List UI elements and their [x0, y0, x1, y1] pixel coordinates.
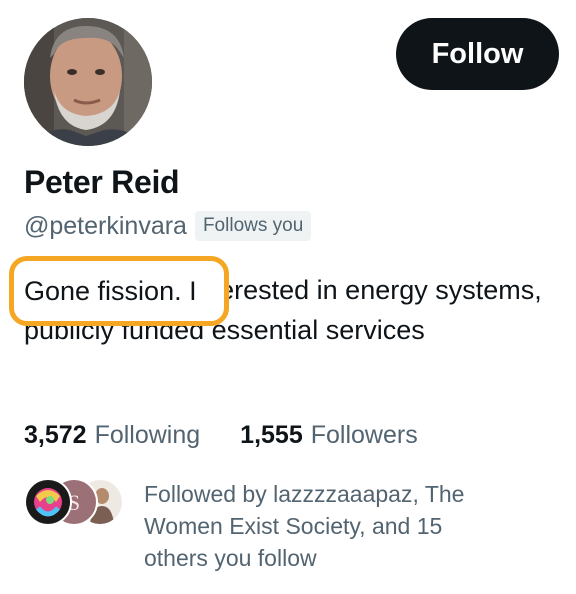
user-handle[interactable]: @peterkinvara [24, 208, 187, 244]
follows-you-badge: Follows you [194, 211, 312, 241]
handle-row: @peterkinvara Follows you [24, 208, 312, 244]
avatar-photo [24, 18, 152, 146]
following-count: 3,572 [24, 421, 87, 449]
mutual-followers[interactable]: S Followed by lazzzzaaapaz, The Women Ex… [24, 478, 504, 574]
mutual-avatars: S [24, 478, 124, 526]
display-name[interactable]: Peter Reid [24, 162, 180, 202]
profile-bio: Gone fission. Interested in energy syste… [24, 275, 542, 345]
follow-button[interactable]: Follow [396, 18, 559, 90]
following-stat[interactable]: 3,572 Following [24, 418, 200, 452]
mutual-followers-text: Followed by lazzzzaaapaz, The Women Exis… [144, 481, 465, 571]
mutual-avatar [24, 478, 72, 526]
followers-label: Followers [310, 421, 418, 449]
profile-avatar[interactable] [24, 18, 152, 146]
follow-stats: 3,572 Following 1,555 Followers [24, 418, 418, 452]
following-label: Following [94, 421, 201, 449]
followers-stat[interactable]: 1,555 Followers [240, 418, 418, 452]
followers-count: 1,555 [240, 421, 303, 449]
profile-hover-card: Follow Peter Reid @peterkinvara Follows … [0, 0, 576, 594]
